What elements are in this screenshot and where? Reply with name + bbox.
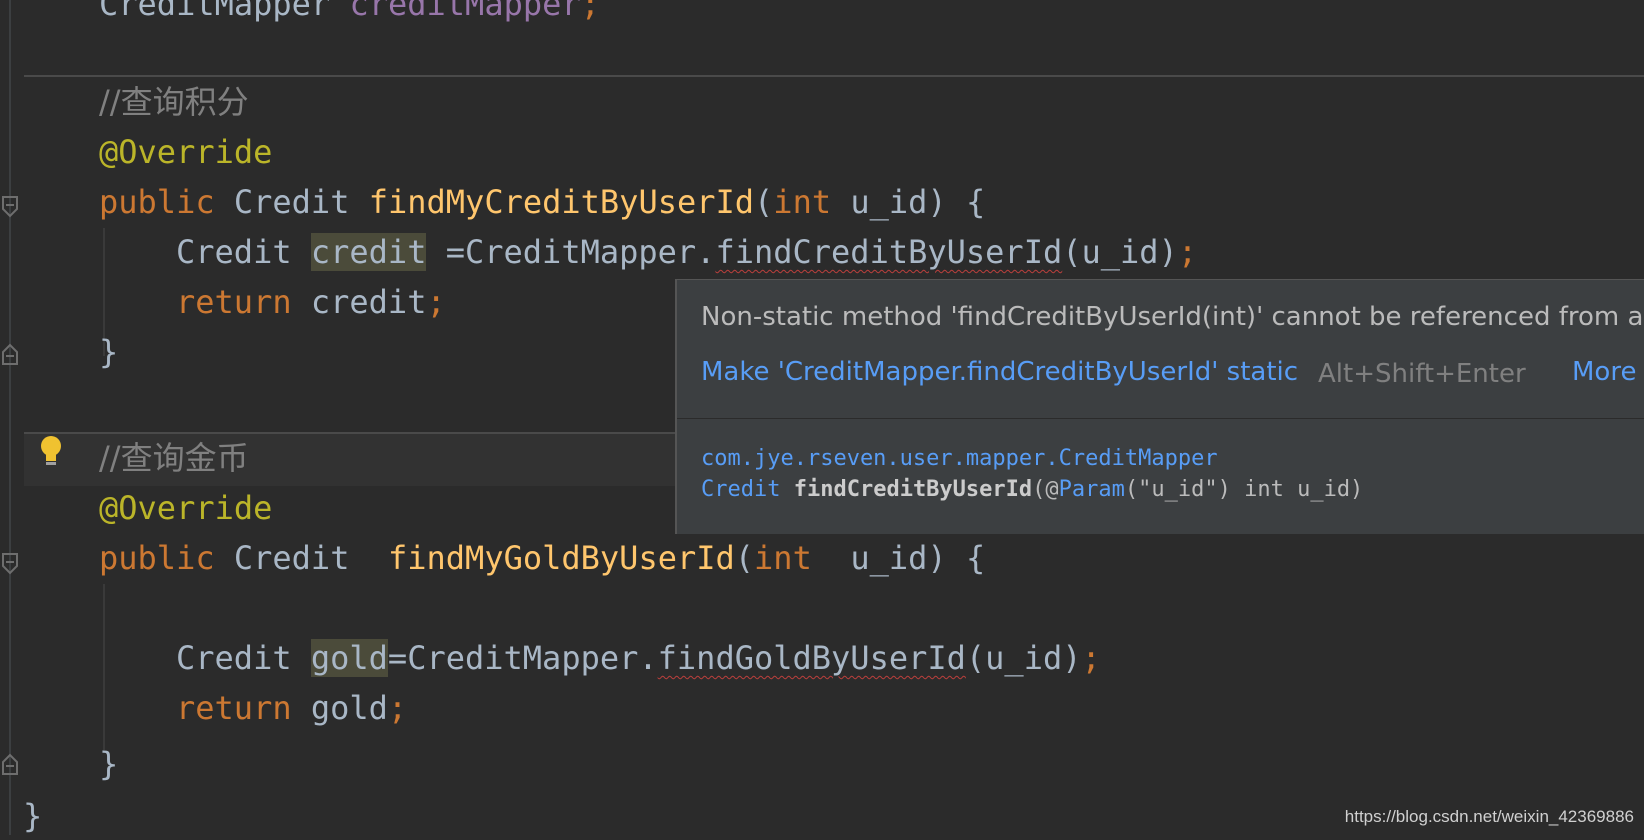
doc-signature: Credit findCreditByUserId(@Param("u_id")…: [701, 477, 1364, 502]
gutter-border: [9, 0, 11, 835]
comment: //查询金币: [99, 439, 249, 477]
variable-usage-highlight[interactable]: credit: [310, 233, 427, 271]
code-line[interactable]: //查询积分: [99, 78, 249, 126]
doc-package[interactable]: com.jye.rseven.user.mapper.CreditMapper: [701, 446, 1218, 471]
editor-gutter: [0, 0, 22, 835]
method-name[interactable]: findMyCreditByUserId: [369, 183, 754, 221]
variable-usage-highlight[interactable]: gold: [310, 639, 388, 677]
code-line[interactable]: @Override: [99, 128, 272, 176]
tooltip-divider: [677, 418, 1644, 419]
code-line[interactable]: public Credit findMyGoldByUserId(int u_i…: [99, 534, 985, 582]
code-line[interactable]: }: [23, 792, 42, 840]
annotation: @Override: [99, 133, 273, 171]
code-line[interactable]: }: [99, 328, 118, 376]
error-call[interactable]: findCreditByUserId: [715, 233, 1062, 271]
fold-method-icon[interactable]: [1, 196, 19, 218]
code-line[interactable]: public Credit findMyCreditByUserId(int u…: [99, 178, 985, 226]
lightbulb-icon[interactable]: [38, 434, 64, 468]
method-name[interactable]: findMyGoldByUserId: [388, 539, 735, 577]
indent-guide: [103, 584, 105, 750]
fold-method-end-icon[interactable]: [1, 753, 19, 775]
code-line[interactable]: return credit;: [176, 278, 446, 326]
code-line[interactable]: Credit gold=CreditMapper.findGoldByUserI…: [176, 634, 1101, 682]
error-tooltip: Non-static method 'findCreditByUserId(in…: [675, 279, 1644, 534]
annotation: @Override: [99, 489, 273, 527]
code-line[interactable]: //查询金币: [99, 434, 249, 482]
method-separator: [24, 75, 1644, 77]
quickfix-shortcut: Alt+Shift+Enter: [1318, 359, 1526, 389]
quickfix-link[interactable]: Make 'CreditMapper.findCreditByUserId' s…: [701, 357, 1298, 387]
watermark: https://blog.csdn.net/weixin_42369886: [1344, 807, 1634, 826]
code-line[interactable]: }: [99, 740, 118, 788]
error-call[interactable]: findGoldByUserId: [658, 639, 966, 677]
error-message: Non-static method 'findCreditByUserId(in…: [701, 302, 1644, 332]
code-line[interactable]: @Override: [99, 484, 272, 532]
more-actions-link[interactable]: More: [1572, 357, 1636, 387]
comment: //查询积分: [99, 83, 249, 121]
code-line[interactable]: return gold;: [176, 684, 407, 732]
code-line[interactable]: CreditMapper creditMapper;: [99, 0, 600, 28]
code-line[interactable]: Credit credit =CreditMapper.findCreditBy…: [176, 228, 1197, 276]
fold-method-icon[interactable]: [1, 553, 19, 575]
fold-method-end-icon[interactable]: [1, 343, 19, 365]
